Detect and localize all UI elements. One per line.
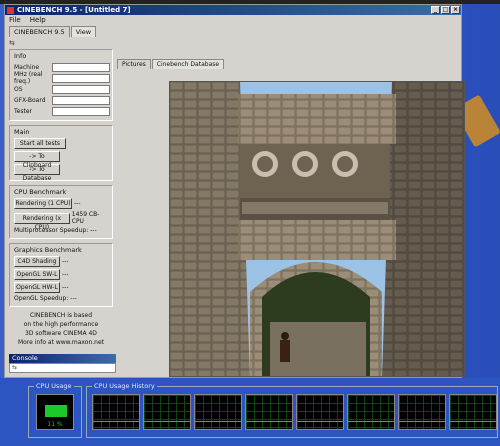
menu-file[interactable]: File [9, 16, 21, 24]
window-title: CINEBENCH 9.5 - [Untitled 7] [17, 6, 131, 14]
main-group: Main Start all tests -> To Clipboard -> … [9, 125, 113, 182]
multiprocessor-speedup: Multiprocessor Speedup: --- [14, 227, 97, 234]
tab-pictures[interactable]: Pictures [117, 59, 151, 69]
cpu-usage-meter: 11 % [36, 394, 74, 430]
info-label: GFX-Board [14, 96, 46, 104]
cpu-history-graph [245, 394, 293, 430]
pin-icon[interactable]: ⇆ [9, 39, 15, 47]
opengl-hw-button[interactable]: OpenGL HW-L [14, 282, 60, 293]
info-row-tester: Tester [12, 106, 110, 116]
tab-view[interactable]: View [70, 26, 97, 37]
cpu-usage-title: CPU Usage [34, 382, 74, 390]
c4d-shading-row: C4D Shading --- [12, 256, 110, 267]
right-panel: Pictures Cinebench Database [117, 59, 465, 377]
info-label: Tester [14, 107, 32, 115]
rendering-1cpu-button[interactable]: Rendering (1 CPU) [14, 198, 72, 209]
rendering-xcpu-button[interactable]: Rendering (x CPU) [14, 212, 70, 231]
info-label: Machine [14, 63, 40, 71]
render-viewport [169, 81, 465, 377]
render-image [170, 82, 464, 376]
about-link[interactable]: More info at www.maxon.net [9, 338, 113, 347]
opengl-sw-row: OpenGL SW-L --- [12, 269, 110, 280]
cpu-history-graph [194, 394, 242, 430]
about-line: 3D software CINEMA 4D [25, 330, 97, 337]
about-line: on the high performance [23, 321, 99, 328]
left-panel: Info Machine MHz (real freq.) OS GFX-Boa… [9, 49, 113, 347]
console-output[interactable]: ⇆ [9, 363, 116, 373]
graphics-benchmark-title: Graphics Benchmark [14, 246, 82, 254]
to-clipboard-button[interactable]: -> To Clipboard [14, 151, 60, 169]
console-title: Console [12, 354, 38, 362]
cinebench-window: CINEBENCH 9.5 - [Untitled 7] _ □ × File … [4, 4, 465, 378]
opengl-sw-button[interactable]: OpenGL SW-L [14, 269, 60, 280]
cpu-usage-bar [45, 405, 67, 417]
maximize-button[interactable]: □ [441, 6, 450, 14]
gfx-board-field[interactable] [52, 95, 110, 105]
cpu-benchmark-title: CPU Benchmark [14, 188, 67, 196]
opengl-speedup: OpenGL Speedup: --- [14, 295, 77, 302]
main-title: Main [14, 128, 30, 136]
rendering-1cpu-row: Rendering (1 CPU) --- [12, 198, 110, 209]
rendering-xcpu-result: 1459 CB-CPU [71, 211, 100, 225]
c4d-shading-button[interactable]: C4D Shading [14, 256, 60, 267]
menu-help[interactable]: Help [30, 16, 46, 24]
top-tabs: CINEBENCH 9.5 View [9, 26, 97, 37]
info-label: MHz (real freq.) [14, 71, 43, 85]
right-tabs: Pictures Cinebench Database [117, 59, 463, 69]
menu-bar: File Help [5, 15, 461, 24]
start-all-tests-button[interactable]: Start all tests [14, 138, 66, 149]
opengl-sw-result: --- [62, 271, 69, 278]
tester-field[interactable] [52, 106, 110, 116]
title-bar[interactable]: CINEBENCH 9.5 - [Untitled 7] _ □ × [5, 5, 461, 15]
close-button[interactable]: × [451, 6, 460, 14]
info-row-gfx: GFX-Board [12, 95, 110, 105]
cpu-history-title: CPU Usage History [92, 382, 157, 390]
app-icon [7, 6, 14, 14]
cpu-history-graph [347, 394, 395, 430]
console-title-bar[interactable]: Console [9, 354, 116, 363]
c4d-shading-result: --- [62, 258, 69, 265]
opengl-hw-result: --- [62, 284, 69, 291]
tab-cinebench-database[interactable]: Cinebench Database [151, 59, 225, 69]
cpu-history-graph [449, 394, 497, 430]
cpu-history-graph [398, 394, 446, 430]
opengl-hw-row: OpenGL HW-L --- [12, 282, 110, 293]
graphics-benchmark-group: Graphics Benchmark C4D Shading --- OpenG… [9, 243, 113, 307]
minimize-button[interactable]: _ [431, 6, 440, 14]
tab-cinebench[interactable]: CINEBENCH 9.5 [9, 26, 70, 37]
about-line: CINEBENCH is based [29, 312, 93, 319]
cpu-history-graph [92, 394, 140, 430]
rendering-xcpu-row: Rendering (x CPU) 1459 CB-CPU [12, 211, 110, 231]
task-manager-panel: CPU Usage 11 % CPU Usage History [0, 378, 500, 446]
info-row-os: OS [12, 84, 110, 94]
rendering-1cpu-result: --- [74, 200, 81, 207]
info-group: Info Machine MHz (real freq.) OS GFX-Boa… [9, 49, 113, 121]
info-row-mhz: MHz (real freq.) [12, 71, 110, 85]
info-label: OS [14, 85, 23, 93]
info-title: Info [14, 52, 27, 60]
to-database-button[interactable]: -> To Database [14, 164, 60, 182]
mhz-field[interactable] [52, 73, 110, 83]
cpu-history-graph [143, 394, 191, 430]
os-field[interactable] [52, 84, 110, 94]
cpu-usage-value: 11 % [47, 421, 63, 428]
cpu-history-graph [296, 394, 344, 430]
cpu-benchmark-group: CPU Benchmark Rendering (1 CPU) --- Rend… [9, 185, 113, 239]
about-text: CINEBENCH is based on the high performan… [9, 311, 113, 347]
machine-field[interactable] [52, 62, 110, 72]
